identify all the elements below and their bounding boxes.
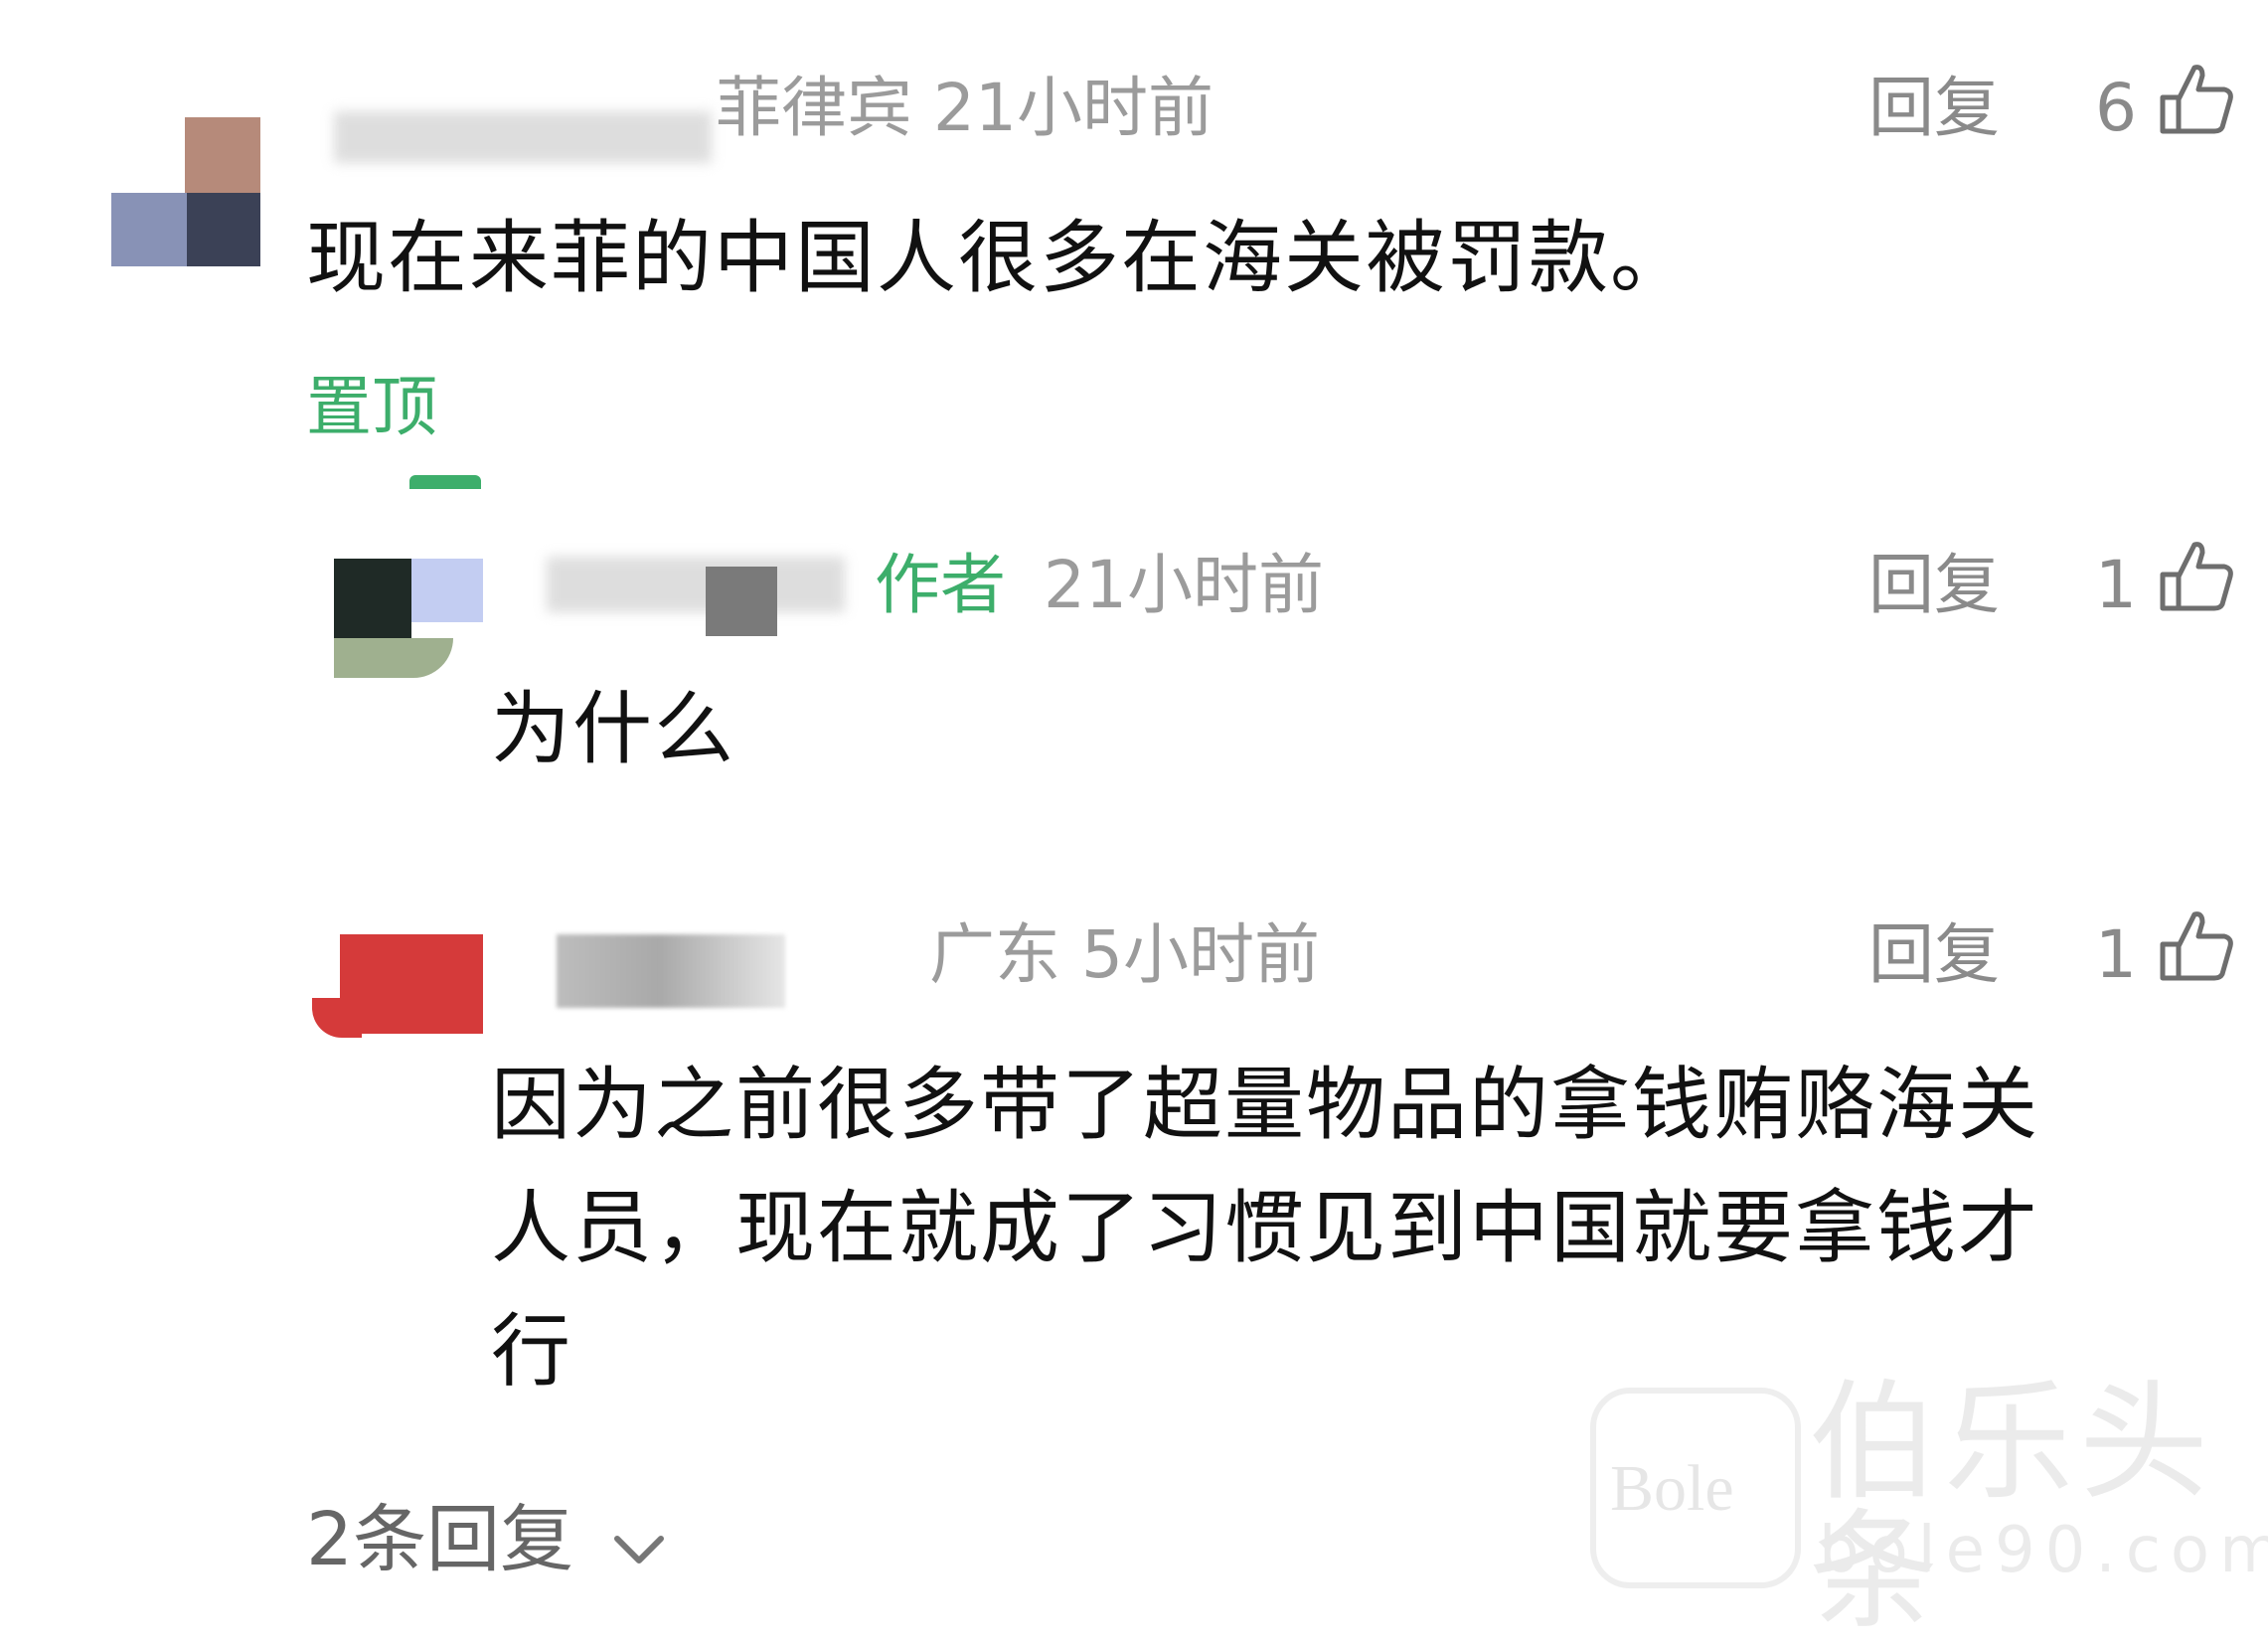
thumbs-up-icon[interactable] — [2157, 537, 2236, 616]
comment-meta: 菲律宾 21小时前 — [716, 70, 1214, 146]
avatar[interactable] — [312, 934, 483, 1038]
comment-meta: 广东 5小时前 — [929, 916, 1320, 993]
more-replies-label: 2条回复 — [306, 1497, 574, 1582]
thumbs-up-icon[interactable] — [2157, 906, 2236, 986]
comment-time: 21小时前 — [1044, 547, 1324, 623]
watermark-badge: Bole — [1590, 1388, 1801, 1588]
like-count: 6 — [2095, 70, 2137, 146]
pinned-label: 置顶 — [306, 369, 437, 445]
more-replies-link[interactable]: 2条回复 — [306, 1503, 667, 1580]
comment-thread-screen: { "comments": [ { "meta_suffix": "菲律宾 21… — [0, 0, 2268, 1636]
watermark: Bole 伯乐头条 bole90.com — [1590, 1378, 2268, 1636]
chevron-down-icon — [611, 1507, 667, 1580]
watermark-name: 伯乐头条 — [1809, 1367, 2215, 1647]
reply-text-line: 因为之前很多带了超量物品的拿钱贿赂海关 — [491, 1059, 2039, 1151]
reply-button[interactable]: 回复 — [1868, 76, 2000, 141]
username-blurred-block — [557, 934, 785, 1008]
avatar[interactable] — [111, 117, 260, 266]
divider-mark — [409, 475, 481, 489]
reply-text-line: 人员，现在就成了习惯见到中国就要拿钱才 — [491, 1182, 2039, 1274]
reply-text-line: 行 — [491, 1305, 572, 1398]
avatar[interactable] — [334, 559, 483, 678]
like-count: 1 — [2095, 547, 2137, 623]
username-blurred-block — [706, 567, 777, 636]
like-count: 1 — [2095, 916, 2137, 993]
reply-button[interactable]: 回复 — [1868, 922, 2000, 988]
comment-text: 现在来菲的中国人很多在海关被罚款。 — [306, 212, 1692, 304]
author-badge: 作者 — [875, 547, 1006, 623]
watermark-url: bole90.com — [1819, 1514, 2268, 1587]
reply-button[interactable]: 回复 — [1868, 553, 2000, 618]
reply-text: 为什么 — [491, 683, 735, 775]
username-blurred[interactable] — [547, 557, 845, 612]
username-blurred[interactable] — [334, 111, 712, 163]
watermark-badge-text: Bole — [1610, 1452, 1734, 1525]
thumbs-up-icon[interactable] — [2157, 60, 2236, 139]
